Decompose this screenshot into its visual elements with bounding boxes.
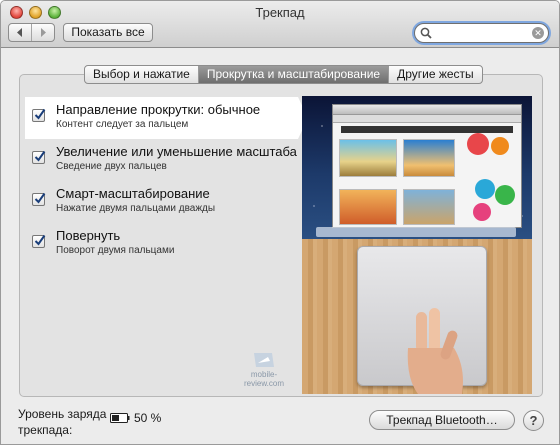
preview-photo: [339, 139, 397, 177]
scroll-direction-checkbox[interactable]: [32, 108, 46, 122]
option-zoom-in-out[interactable]: Увеличение или уменьшение масштаба Сведе…: [25, 139, 301, 181]
option-subtitle: Поворот двумя пальцами: [56, 245, 175, 256]
preview-browser-window: [332, 104, 522, 228]
option-title: Увеличение или уменьшение масштаба: [56, 144, 297, 159]
search-input[interactable]: [435, 25, 525, 41]
bluetooth-trackpad-button[interactable]: Трекпад Bluetooth…: [369, 410, 515, 430]
option-subtitle: Сведение двух пальцев: [56, 161, 167, 172]
preferences-window: Трекпад Показать все ✕ Выбор и нажатие П…: [0, 0, 560, 445]
option-rotate[interactable]: Повернуть Поворот двумя пальцами: [25, 223, 301, 265]
back-button[interactable]: [9, 24, 31, 41]
search-icon: [420, 27, 432, 39]
checkmark-icon: [34, 108, 46, 120]
gesture-options-list: Направление прокрутки: обычное Контент с…: [25, 97, 308, 265]
preview-badge: [467, 133, 489, 155]
preview-badge: [475, 179, 495, 199]
rotate-checkbox[interactable]: [32, 234, 46, 248]
hand-icon: [407, 308, 463, 394]
gesture-preview-video: [302, 96, 532, 394]
watermark-logo-icon: [254, 353, 274, 367]
checkmark-icon: [34, 150, 46, 162]
watermark: mobile-review.com: [239, 351, 289, 388]
preview-dock: [316, 227, 516, 237]
preview-browser-addressbar: [333, 115, 521, 123]
search-field: ✕: [414, 23, 549, 43]
checkmark-icon: [34, 234, 46, 246]
preview-photo: [403, 139, 455, 177]
option-scroll-direction[interactable]: Направление прокрутки: обычное Контент с…: [25, 97, 308, 139]
clear-icon[interactable]: ✕: [532, 27, 544, 39]
tab-more-gestures[interactable]: Другие жесты: [388, 66, 482, 83]
option-smart-zoom[interactable]: Смарт-масштабирование Нажатие двумя паль…: [25, 181, 301, 223]
preview-badge: [473, 203, 491, 221]
preview-screen: [302, 96, 532, 239]
preview-photo: [403, 189, 455, 225]
zoom-checkbox[interactable]: [32, 150, 46, 164]
forward-icon: [41, 28, 46, 37]
battery-level-label: Уровень заряда трекпада:: [18, 407, 107, 437]
checkmark-icon: [34, 192, 46, 204]
forward-button[interactable]: [31, 24, 54, 41]
back-icon: [17, 28, 22, 37]
tab-scroll-zoom[interactable]: Прокрутка и масштабирование: [197, 66, 389, 83]
watermark-text: mobile-review.com: [243, 370, 284, 388]
option-title: Смарт-масштабирование: [56, 186, 210, 201]
preview-badge: [495, 185, 515, 205]
battery-level-value: 50 %: [134, 411, 162, 425]
option-subtitle: Нажатие двумя пальцами дважды: [56, 203, 216, 214]
preview-browser-titlebar: [333, 105, 521, 115]
tab-point-click[interactable]: Выбор и нажатие: [85, 66, 198, 83]
preview-site-nav: [341, 126, 513, 133]
show-all-button[interactable]: Показать все: [63, 23, 153, 42]
preview-photo: [339, 189, 397, 225]
tab-bar: Выбор и нажатие Прокрутка и масштабирова…: [84, 65, 483, 84]
battery-icon: [110, 413, 130, 423]
nav-segment: [8, 23, 55, 42]
option-title: Повернуть: [56, 228, 121, 243]
help-icon[interactable]: ?: [523, 410, 544, 431]
toolbar: Трекпад Показать все ✕: [1, 1, 559, 48]
preview-badge: [491, 137, 509, 155]
option-title: Направление прокрутки: обычное: [56, 102, 261, 117]
smart-zoom-checkbox[interactable]: [32, 192, 46, 206]
option-subtitle: Контент следует за пальцем: [56, 119, 189, 130]
window-title: Трекпад: [255, 5, 305, 20]
